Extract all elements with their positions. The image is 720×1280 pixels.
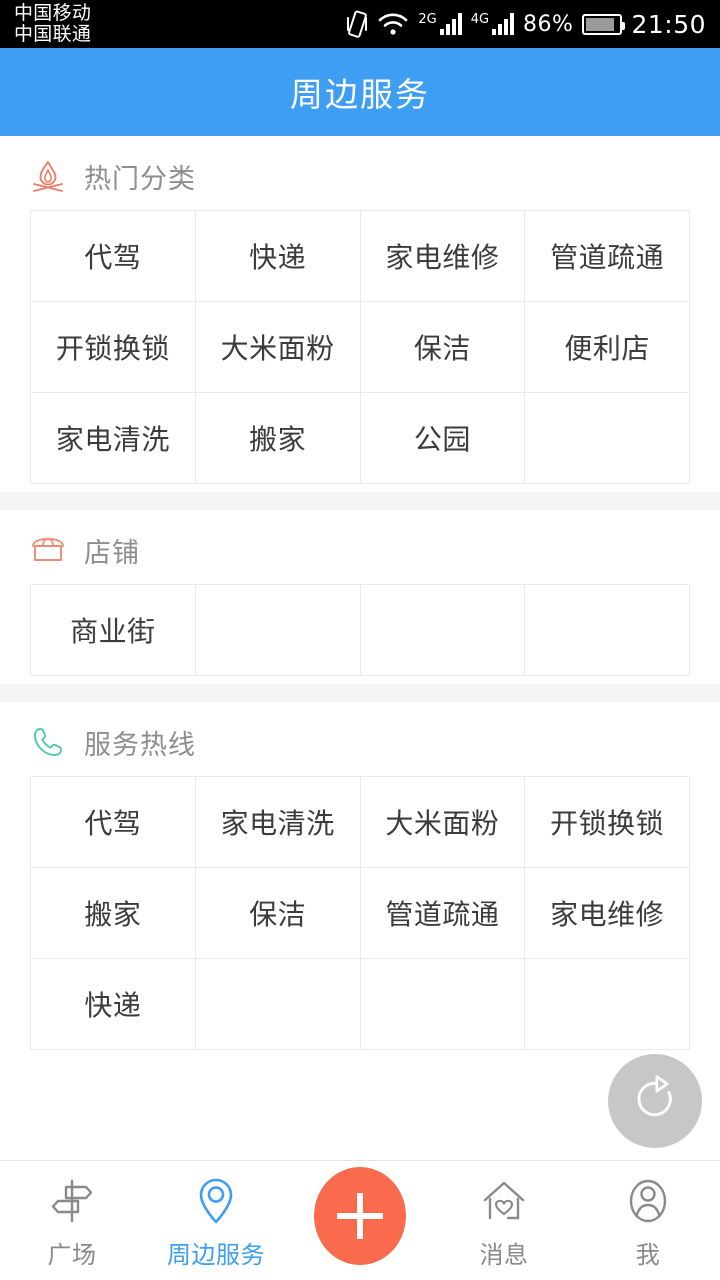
grid-cell[interactable]: 代驾 — [31, 777, 196, 868]
grid-cell-empty — [525, 393, 690, 484]
section-hot-categories: 热门分类 代驾 快递 家电维修 管道疏通 开锁换锁 大米面粉 保洁 便利店 家电… — [0, 136, 720, 492]
section-header-hot-categories: 热门分类 — [0, 136, 720, 210]
grid-service-hotline: 代驾 家电清洗 大米面粉 开锁换锁 搬家 保洁 管道疏通 家电维修 快递 — [30, 776, 690, 1050]
section-title: 热门分类 — [84, 163, 196, 195]
grid-cell[interactable]: 保洁 — [360, 302, 526, 393]
signal-4g-label: 4G — [470, 12, 490, 27]
nav-label: 广场 — [47, 1241, 97, 1269]
phone-icon — [28, 722, 68, 762]
nav-label: 周边服务 — [167, 1241, 265, 1269]
grid-cell[interactable]: 商业街 — [31, 585, 196, 676]
section-divider — [0, 684, 720, 702]
grid-cell[interactable]: 便利店 — [525, 302, 690, 393]
grid-cell[interactable]: 保洁 — [195, 868, 361, 959]
vibrate-icon — [346, 9, 368, 39]
grid-cell[interactable]: 家电维修 — [360, 211, 526, 302]
refresh-button[interactable] — [608, 1054, 702, 1148]
battery-percent: 86% — [523, 11, 574, 37]
grid-cell-empty — [525, 585, 690, 676]
signpost-icon — [46, 1175, 98, 1227]
grid-shops: 商业街 — [30, 584, 690, 676]
grid-cell[interactable]: 家电维修 — [525, 868, 690, 959]
app-header: 周边服务 — [0, 48, 720, 136]
nav-label: 消息 — [479, 1241, 529, 1269]
nav-item-profile[interactable]: 我 — [576, 1161, 720, 1280]
nav-item-nearby-services[interactable]: 周边服务 — [144, 1161, 288, 1280]
section-service-hotline: 服务热线 代驾 家电清洗 大米面粉 开锁换锁 搬家 保洁 管道疏通 家电维修 快… — [0, 702, 720, 1058]
location-pin-icon — [190, 1175, 242, 1227]
carrier-names: 中国移动 中国联通 — [14, 3, 91, 44]
grid-cell-empty — [360, 959, 526, 1050]
storefront-icon — [28, 530, 68, 570]
grid-cell-empty — [360, 585, 526, 676]
plus-icon-vertical — [357, 1193, 363, 1239]
nav-item-messages[interactable]: 消息 — [432, 1161, 576, 1280]
signal-4g-indicator: 4G — [470, 12, 515, 35]
page-title: 周边服务 — [290, 75, 430, 114]
grid-hot-categories: 代驾 快递 家电维修 管道疏通 开锁换锁 大米面粉 保洁 便利店 家电清洗 搬家… — [30, 210, 690, 484]
status-bar: 中国移动 中国联通 2G 4G 86% 21:50 — [0, 0, 720, 48]
grid-cell[interactable]: 开锁换锁 — [31, 302, 196, 393]
add-button[interactable] — [314, 1167, 406, 1265]
grid-cell[interactable]: 管道疏通 — [360, 868, 526, 959]
signal-2g-bars — [439, 13, 462, 35]
signal-4g-bars — [492, 13, 515, 35]
nav-item-plaza[interactable]: 广场 — [0, 1161, 144, 1280]
section-shops: 店铺 商业街 — [0, 510, 720, 684]
grid-cell-empty — [195, 959, 361, 1050]
grid-cell[interactable]: 快递 — [195, 211, 361, 302]
grid-cell[interactable]: 管道疏通 — [525, 211, 690, 302]
nav-item-add[interactable] — [288, 1161, 432, 1280]
grid-cell[interactable]: 搬家 — [31, 868, 196, 959]
grid-cell[interactable]: 大米面粉 — [195, 302, 361, 393]
battery-icon — [582, 13, 626, 35]
grid-cell[interactable]: 大米面粉 — [360, 777, 526, 868]
house-heart-icon — [478, 1175, 530, 1227]
nav-label: 我 — [635, 1241, 661, 1269]
grid-cell[interactable]: 开锁换锁 — [525, 777, 690, 868]
grid-cell[interactable]: 代驾 — [31, 211, 196, 302]
section-divider — [0, 492, 720, 510]
grid-cell[interactable]: 家电清洗 — [31, 393, 196, 484]
section-title: 店铺 — [84, 537, 140, 569]
person-icon — [622, 1175, 674, 1227]
refresh-icon — [626, 1070, 684, 1132]
grid-cell[interactable]: 快递 — [31, 959, 196, 1050]
section-header-shops: 店铺 — [0, 510, 720, 584]
section-header-service-hotline: 服务热线 — [0, 702, 720, 776]
grid-cell-empty — [525, 959, 690, 1050]
campfire-icon — [28, 156, 68, 196]
carrier-primary: 中国移动 — [14, 2, 92, 25]
clock: 21:50 — [631, 9, 706, 39]
signal-2g-indicator: 2G — [418, 12, 462, 35]
grid-cell[interactable]: 搬家 — [195, 393, 361, 484]
bottom-navigation: 广场 周边服务 消息 我 — [0, 1160, 720, 1280]
grid-cell-empty — [195, 585, 361, 676]
signal-2g-label: 2G — [418, 12, 437, 27]
wifi-icon — [377, 11, 409, 37]
carrier-secondary: 中国联通 — [14, 23, 92, 45]
grid-cell[interactable]: 家电清洗 — [195, 777, 361, 868]
status-indicators: 2G 4G 86% 21:50 — [346, 9, 706, 39]
section-title: 服务热线 — [84, 729, 196, 761]
grid-cell[interactable]: 公园 — [360, 393, 526, 484]
